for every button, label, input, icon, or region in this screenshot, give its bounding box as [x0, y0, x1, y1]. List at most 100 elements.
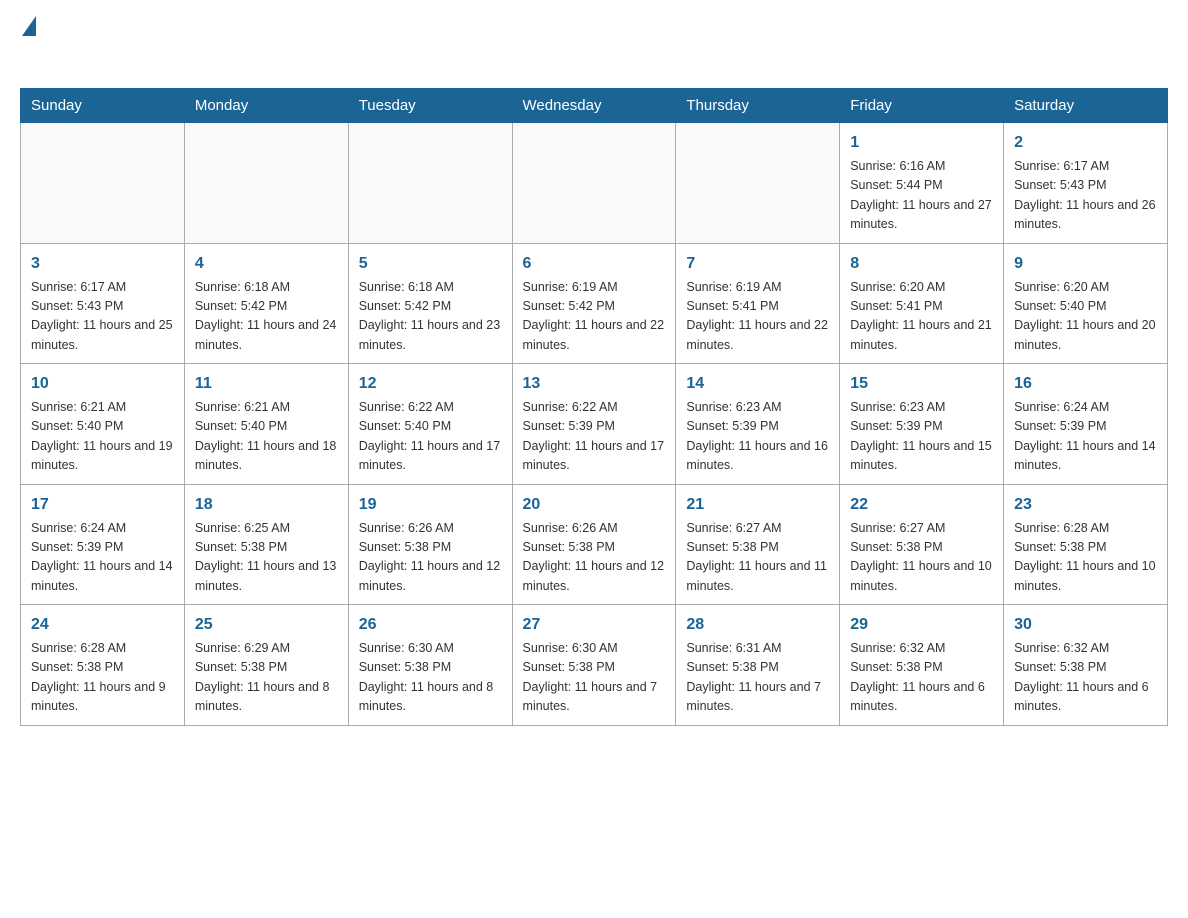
day-number: 16 — [1014, 372, 1157, 396]
calendar-day-cell: 20Sunrise: 6:26 AMSunset: 5:38 PMDayligh… — [512, 484, 676, 605]
calendar-header-row: SundayMondayTuesdayWednesdayThursdayFrid… — [21, 89, 1168, 123]
calendar-week-row: 10Sunrise: 6:21 AMSunset: 5:40 PMDayligh… — [21, 364, 1168, 485]
day-number: 4 — [195, 252, 338, 276]
day-info: Sunrise: 6:25 AMSunset: 5:38 PMDaylight:… — [195, 519, 338, 597]
day-info: Sunrise: 6:27 AMSunset: 5:38 PMDaylight:… — [850, 519, 993, 597]
calendar-header-monday: Monday — [184, 89, 348, 123]
calendar-day-cell: 1Sunrise: 6:16 AMSunset: 5:44 PMDaylight… — [840, 123, 1004, 244]
day-info: Sunrise: 6:24 AMSunset: 5:39 PMDaylight:… — [1014, 398, 1157, 476]
day-info: Sunrise: 6:32 AMSunset: 5:38 PMDaylight:… — [1014, 639, 1157, 717]
day-number: 13 — [523, 372, 666, 396]
calendar-day-cell: 30Sunrise: 6:32 AMSunset: 5:38 PMDayligh… — [1004, 605, 1168, 726]
day-info: Sunrise: 6:17 AMSunset: 5:43 PMDaylight:… — [1014, 157, 1157, 235]
day-number: 7 — [686, 252, 829, 276]
calendar-day-cell: 9Sunrise: 6:20 AMSunset: 5:40 PMDaylight… — [1004, 243, 1168, 364]
day-number: 15 — [850, 372, 993, 396]
day-info: Sunrise: 6:31 AMSunset: 5:38 PMDaylight:… — [686, 639, 829, 717]
calendar-day-cell: 14Sunrise: 6:23 AMSunset: 5:39 PMDayligh… — [676, 364, 840, 485]
calendar-header-friday: Friday — [840, 89, 1004, 123]
day-info: Sunrise: 6:18 AMSunset: 5:42 PMDaylight:… — [195, 278, 338, 356]
day-number: 26 — [359, 613, 502, 637]
day-info: Sunrise: 6:30 AMSunset: 5:38 PMDaylight:… — [523, 639, 666, 717]
calendar-day-cell: 24Sunrise: 6:28 AMSunset: 5:38 PMDayligh… — [21, 605, 185, 726]
day-number: 8 — [850, 252, 993, 276]
day-number: 20 — [523, 493, 666, 517]
day-info: Sunrise: 6:29 AMSunset: 5:38 PMDaylight:… — [195, 639, 338, 717]
calendar-day-cell: 13Sunrise: 6:22 AMSunset: 5:39 PMDayligh… — [512, 364, 676, 485]
calendar-day-cell: 10Sunrise: 6:21 AMSunset: 5:40 PMDayligh… — [21, 364, 185, 485]
day-number: 23 — [1014, 493, 1157, 517]
calendar-day-cell: 3Sunrise: 6:17 AMSunset: 5:43 PMDaylight… — [21, 243, 185, 364]
day-info: Sunrise: 6:28 AMSunset: 5:38 PMDaylight:… — [31, 639, 174, 717]
calendar-day-cell — [676, 123, 840, 244]
calendar-table: SundayMondayTuesdayWednesdayThursdayFrid… — [20, 88, 1168, 726]
calendar-day-cell — [184, 123, 348, 244]
calendar-day-cell: 27Sunrise: 6:30 AMSunset: 5:38 PMDayligh… — [512, 605, 676, 726]
day-info: Sunrise: 6:23 AMSunset: 5:39 PMDaylight:… — [686, 398, 829, 476]
day-number: 24 — [31, 613, 174, 637]
calendar-week-row: 1Sunrise: 6:16 AMSunset: 5:44 PMDaylight… — [21, 123, 1168, 244]
day-number: 11 — [195, 372, 338, 396]
calendar-day-cell: 29Sunrise: 6:32 AMSunset: 5:38 PMDayligh… — [840, 605, 1004, 726]
day-info: Sunrise: 6:16 AMSunset: 5:44 PMDaylight:… — [850, 157, 993, 235]
calendar-header-wednesday: Wednesday — [512, 89, 676, 123]
day-info: Sunrise: 6:17 AMSunset: 5:43 PMDaylight:… — [31, 278, 174, 356]
calendar-day-cell — [512, 123, 676, 244]
calendar-day-cell: 17Sunrise: 6:24 AMSunset: 5:39 PMDayligh… — [21, 484, 185, 605]
day-number: 18 — [195, 493, 338, 517]
calendar-day-cell: 23Sunrise: 6:28 AMSunset: 5:38 PMDayligh… — [1004, 484, 1168, 605]
day-number: 19 — [359, 493, 502, 517]
calendar-day-cell — [21, 123, 185, 244]
day-info: Sunrise: 6:30 AMSunset: 5:38 PMDaylight:… — [359, 639, 502, 717]
day-info: Sunrise: 6:23 AMSunset: 5:39 PMDaylight:… — [850, 398, 993, 476]
day-info: Sunrise: 6:21 AMSunset: 5:40 PMDaylight:… — [195, 398, 338, 476]
logo-general-text — [20, 20, 36, 36]
day-number: 1 — [850, 131, 993, 155]
day-number: 30 — [1014, 613, 1157, 637]
day-info: Sunrise: 6:19 AMSunset: 5:42 PMDaylight:… — [523, 278, 666, 356]
day-info: Sunrise: 6:22 AMSunset: 5:40 PMDaylight:… — [359, 398, 502, 476]
day-number: 17 — [31, 493, 174, 517]
calendar-day-cell: 4Sunrise: 6:18 AMSunset: 5:42 PMDaylight… — [184, 243, 348, 364]
calendar-day-cell: 22Sunrise: 6:27 AMSunset: 5:38 PMDayligh… — [840, 484, 1004, 605]
calendar-header-sunday: Sunday — [21, 89, 185, 123]
calendar-week-row: 17Sunrise: 6:24 AMSunset: 5:39 PMDayligh… — [21, 484, 1168, 605]
calendar-day-cell: 8Sunrise: 6:20 AMSunset: 5:41 PMDaylight… — [840, 243, 1004, 364]
calendar-day-cell: 12Sunrise: 6:22 AMSunset: 5:40 PMDayligh… — [348, 364, 512, 485]
day-info: Sunrise: 6:19 AMSunset: 5:41 PMDaylight:… — [686, 278, 829, 356]
day-number: 14 — [686, 372, 829, 396]
calendar-day-cell: 26Sunrise: 6:30 AMSunset: 5:38 PMDayligh… — [348, 605, 512, 726]
day-number: 27 — [523, 613, 666, 637]
calendar-day-cell: 16Sunrise: 6:24 AMSunset: 5:39 PMDayligh… — [1004, 364, 1168, 485]
calendar-header-tuesday: Tuesday — [348, 89, 512, 123]
day-number: 3 — [31, 252, 174, 276]
day-info: Sunrise: 6:26 AMSunset: 5:38 PMDaylight:… — [359, 519, 502, 597]
calendar-week-row: 3Sunrise: 6:17 AMSunset: 5:43 PMDaylight… — [21, 243, 1168, 364]
calendar-day-cell: 15Sunrise: 6:23 AMSunset: 5:39 PMDayligh… — [840, 364, 1004, 485]
calendar-header-thursday: Thursday — [676, 89, 840, 123]
day-info: Sunrise: 6:26 AMSunset: 5:38 PMDaylight:… — [523, 519, 666, 597]
day-info: Sunrise: 6:22 AMSunset: 5:39 PMDaylight:… — [523, 398, 666, 476]
calendar-header-saturday: Saturday — [1004, 89, 1168, 123]
logo — [20, 20, 36, 68]
calendar-day-cell: 25Sunrise: 6:29 AMSunset: 5:38 PMDayligh… — [184, 605, 348, 726]
logo-arrow-icon — [22, 16, 36, 36]
day-number: 22 — [850, 493, 993, 517]
calendar-day-cell: 21Sunrise: 6:27 AMSunset: 5:38 PMDayligh… — [676, 484, 840, 605]
day-info: Sunrise: 6:27 AMSunset: 5:38 PMDaylight:… — [686, 519, 829, 597]
calendar-day-cell: 7Sunrise: 6:19 AMSunset: 5:41 PMDaylight… — [676, 243, 840, 364]
day-number: 28 — [686, 613, 829, 637]
day-info: Sunrise: 6:32 AMSunset: 5:38 PMDaylight:… — [850, 639, 993, 717]
day-number: 9 — [1014, 252, 1157, 276]
day-number: 21 — [686, 493, 829, 517]
calendar-day-cell: 19Sunrise: 6:26 AMSunset: 5:38 PMDayligh… — [348, 484, 512, 605]
day-info: Sunrise: 6:28 AMSunset: 5:38 PMDaylight:… — [1014, 519, 1157, 597]
calendar-week-row: 24Sunrise: 6:28 AMSunset: 5:38 PMDayligh… — [21, 605, 1168, 726]
day-number: 12 — [359, 372, 502, 396]
calendar-day-cell: 2Sunrise: 6:17 AMSunset: 5:43 PMDaylight… — [1004, 123, 1168, 244]
calendar-day-cell: 5Sunrise: 6:18 AMSunset: 5:42 PMDaylight… — [348, 243, 512, 364]
day-number: 6 — [523, 252, 666, 276]
calendar-day-cell: 6Sunrise: 6:19 AMSunset: 5:42 PMDaylight… — [512, 243, 676, 364]
day-info: Sunrise: 6:18 AMSunset: 5:42 PMDaylight:… — [359, 278, 502, 356]
calendar-day-cell: 18Sunrise: 6:25 AMSunset: 5:38 PMDayligh… — [184, 484, 348, 605]
